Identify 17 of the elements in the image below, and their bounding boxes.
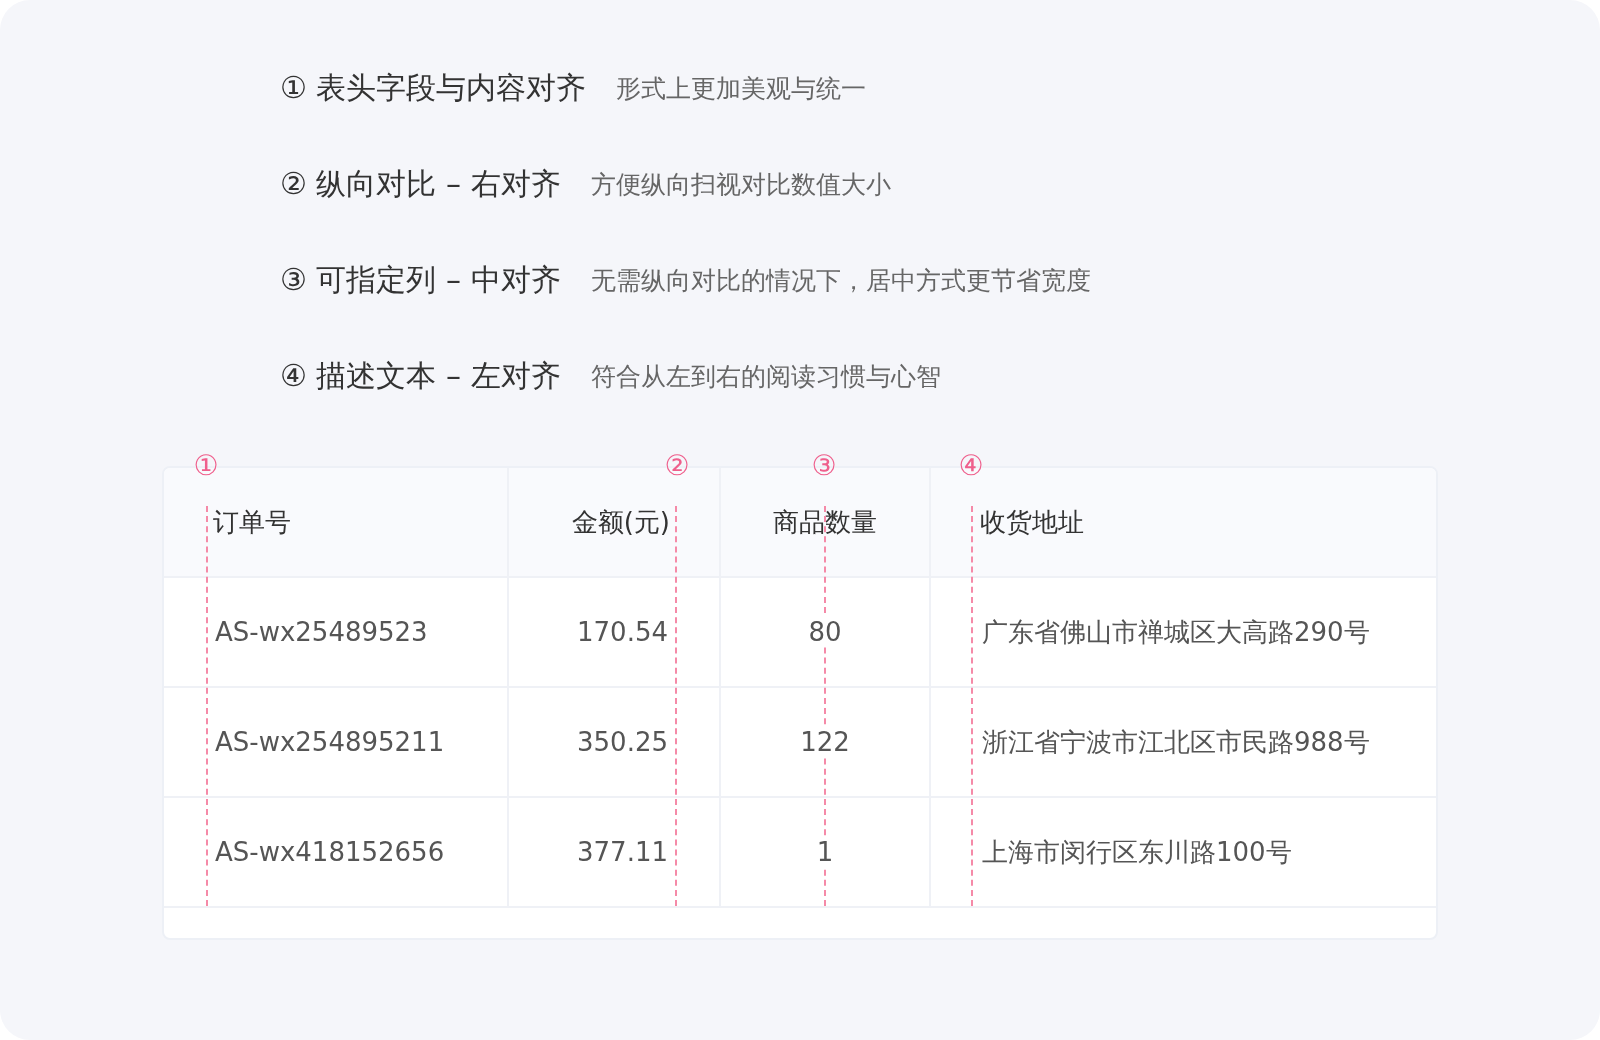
table-cell: 122: [719, 688, 929, 798]
table-cell: 350.25: [507, 688, 719, 798]
table-cell: 1: [719, 798, 929, 908]
table-cell: 浙江省宁波市江北区市民路988号: [929, 688, 1436, 798]
table-cell: 170.54: [507, 578, 719, 688]
rule-note: 无需纵向对比的情况下，居中方式更节省宽度: [590, 264, 1091, 297]
rule-note: 形式上更加美观与统一: [616, 72, 867, 105]
table-cell: 80: [719, 578, 929, 688]
rule-title: ② 纵向对比 – 右对齐: [280, 164, 561, 203]
rule-title: ④ 描述文本 – 左对齐: [280, 356, 561, 395]
rule-note: 方便纵向扫视对比数值大小: [590, 168, 891, 201]
rule-title: ③ 可指定列 – 中对齐: [280, 260, 561, 299]
table-cell: 广东省佛山市禅城区大高路290号: [929, 578, 1436, 688]
rule-title: ① 表头字段与内容对齐: [280, 68, 587, 107]
table-cell: 377.11: [507, 798, 719, 908]
table-cell: 上海市闵行区东川路100号: [929, 798, 1436, 908]
rule-note: 符合从左到右的阅读习惯与心智: [590, 360, 941, 393]
